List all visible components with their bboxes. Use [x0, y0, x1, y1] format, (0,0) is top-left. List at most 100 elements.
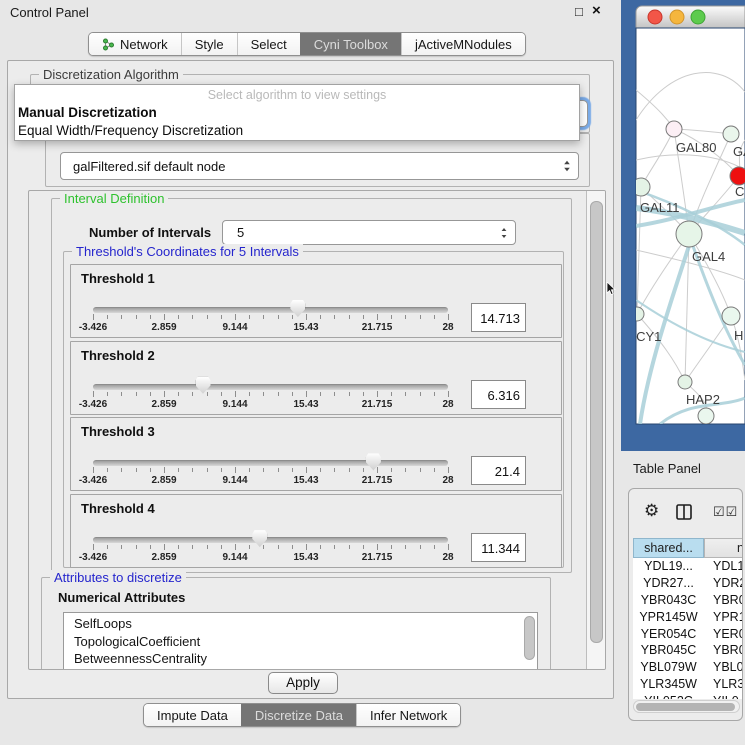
close-window-icon[interactable] [648, 10, 662, 24]
cell-name: YDL1 [704, 559, 743, 573]
slider-tick [349, 315, 350, 319]
threshold-value-field[interactable]: 21.4 [471, 456, 526, 485]
table-row[interactable]: YER054CYER0 [633, 625, 743, 642]
split-columns-icon[interactable] [676, 504, 693, 521]
bottom-tab-infer-network[interactable]: Infer Network [356, 704, 460, 726]
slider-tick [235, 391, 236, 397]
table-row[interactable]: YBL079WYBL0 [633, 659, 743, 676]
zoom-window-icon[interactable] [691, 10, 705, 24]
threshold-value-field[interactable]: 14.713 [471, 303, 526, 332]
algorithm-option-manual[interactable]: Manual Discretization [15, 104, 579, 122]
slider-tick [150, 468, 151, 472]
checkbox-icons[interactable]: ☑☑ [713, 504, 738, 520]
slider-tick-label: 2.859 [151, 322, 176, 333]
slider-tick [334, 468, 335, 472]
numerical-attributes-list[interactable]: SelfLoopsTopologicalCoefficientBetweenne… [63, 612, 538, 670]
table-row[interactable]: YBR045CYBR0 [633, 642, 743, 659]
network-node-ga[interactable] [723, 126, 739, 142]
slider-tick [405, 392, 406, 396]
threshold-value-field[interactable]: 11.344 [471, 533, 526, 562]
slider-tick [405, 468, 406, 472]
table-data-combobox[interactable]: galFiltered.sif default node [60, 152, 579, 180]
bottom-tab-impute-data[interactable]: Impute Data [144, 704, 241, 726]
tab-select[interactable]: Select [237, 33, 300, 55]
list-vscroll-thumb[interactable] [524, 616, 535, 660]
slider-tick [292, 468, 293, 472]
threshold-slider-handle[interactable] [252, 530, 267, 547]
threshold-slider-handle[interactable] [366, 453, 381, 470]
slider-tick-label: 28 [442, 399, 453, 410]
bottom-tab-discretize-data[interactable]: Discretize Data [241, 704, 356, 726]
gear-icon[interactable]: ⚙ [644, 501, 659, 521]
slider-tick-label: -3.426 [79, 552, 107, 563]
node-label: GAL11 [640, 200, 680, 215]
column-header-shared-name[interactable]: shared... [633, 538, 704, 558]
network-node-hap2[interactable] [678, 375, 692, 389]
list-item[interactable]: BetweennessCentrality [64, 650, 537, 668]
panel-vscroll-thumb[interactable] [590, 201, 603, 643]
float-panel-icon[interactable]: □ [575, 4, 583, 19]
algorithm-option-equal-width[interactable]: Equal Width/Frequency Discretization [15, 122, 579, 140]
threshold-slider-track[interactable] [93, 537, 448, 543]
panel-vscrollbar[interactable] [586, 191, 606, 669]
slider-tick [263, 545, 264, 549]
threshold-value-field[interactable]: 6.316 [471, 380, 526, 409]
threshold-label: Threshold 2 [81, 348, 155, 363]
close-panel-icon[interactable]: × [592, 2, 601, 19]
network-node-gal80[interactable] [666, 121, 682, 137]
network-node[interactable] [698, 408, 714, 424]
threshold-slider-track[interactable] [93, 384, 448, 390]
network-view-window[interactable]: GAL80GACGAL11GAL4GCY1HHAP2 [621, 0, 745, 451]
threshold-slider-track[interactable] [93, 460, 448, 466]
table-hscrollbar[interactable] [633, 700, 740, 713]
network-node-c[interactable] [730, 167, 745, 185]
tab-jactivemnodules[interactable]: jActiveMNodules [401, 33, 525, 55]
list-item[interactable]: TopologicalCoefficient [64, 633, 537, 651]
node-label: GAL80 [676, 140, 716, 155]
table-row[interactable]: YPR145WYPR1 [633, 608, 743, 625]
stepper-arrows-icon[interactable] [497, 227, 511, 239]
table-row[interactable]: YDL19...YDL1 [633, 558, 743, 575]
slider-tick [334, 545, 335, 549]
slider-tick-label: 21.715 [362, 475, 393, 486]
slider-tick [320, 392, 321, 396]
node-label: H [734, 328, 743, 343]
cell-shared-name: YBR045C [633, 643, 704, 657]
table-row[interactable]: YLR345WYLR3 [633, 676, 743, 693]
cell-name: YPR1 [704, 610, 743, 624]
slider-tick [349, 392, 350, 396]
slider-tick [207, 392, 208, 396]
slider-tick-label: 2.859 [151, 399, 176, 410]
apply-button[interactable]: Apply [268, 672, 338, 694]
column-header-name[interactable]: na [704, 538, 743, 558]
network-node-gal4[interactable] [676, 221, 702, 247]
slider-tick-label: 21.715 [362, 399, 393, 410]
table-row[interactable]: YIL052CYIL0 [633, 692, 743, 699]
minimize-window-icon[interactable] [670, 10, 684, 24]
slider-tick [306, 544, 307, 550]
table-row[interactable]: YDR27...YDR2 [633, 575, 743, 592]
slider-tick [377, 544, 378, 550]
slider-tick [420, 315, 421, 319]
slider-tick [434, 315, 435, 319]
slider-tick [320, 315, 321, 319]
slider-tick-label: 21.715 [362, 322, 393, 333]
slider-tick [221, 545, 222, 549]
tab-cyni-toolbox[interactable]: Cyni Toolbox [300, 33, 401, 55]
network-node-h[interactable] [722, 307, 740, 325]
table-hscroll-thumb[interactable] [636, 703, 735, 711]
cell-name: YBR0 [704, 593, 743, 607]
stepper-arrows-icon[interactable] [560, 160, 574, 172]
table-data-value: galFiltered.sif default node [61, 159, 560, 174]
threshold-slider-handle[interactable] [196, 377, 211, 394]
table-panel-title: Table Panel [633, 461, 701, 476]
tab-network[interactable]: Network [89, 33, 181, 55]
table-row[interactable]: YBR043CYBR0 [633, 592, 743, 609]
slider-tick [278, 392, 279, 396]
threshold-slider-track[interactable] [93, 307, 448, 313]
slider-tick-label: 9.144 [222, 552, 247, 563]
slider-tick [391, 315, 392, 319]
list-item[interactable]: SelfLoops [64, 615, 537, 633]
number-of-intervals-combobox[interactable]: 5 [222, 220, 516, 245]
tab-style[interactable]: Style [181, 33, 237, 55]
